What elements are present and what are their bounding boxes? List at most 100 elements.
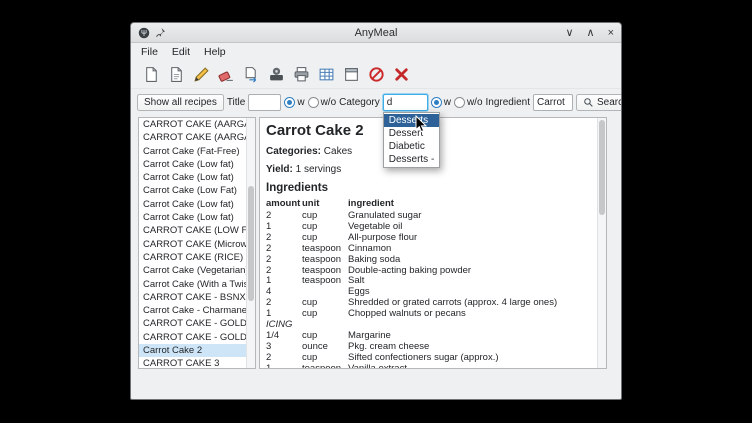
title-bar[interactable]: AnyMeal ∨ ∧ × (131, 23, 621, 43)
unit-header: unit (302, 198, 348, 209)
ingredient-filter-input[interactable] (533, 94, 573, 111)
import-recipe-button[interactable] (165, 64, 187, 86)
minimize-button[interactable]: ∨ (565, 23, 573, 43)
ingredient-name: Vegetable oil (348, 222, 590, 233)
recipe-list-item[interactable]: CARROT CAKE - BSNX01A (139, 291, 255, 304)
category-dropdown-item[interactable]: Diabetic (384, 140, 440, 153)
ingredient-name: Chopped walnuts or pecans (348, 309, 590, 320)
menu-item[interactable]: File (135, 45, 164, 59)
scale-recipe-button[interactable] (265, 64, 287, 86)
search-icon (583, 97, 594, 108)
title-with-radio[interactable] (284, 97, 295, 108)
edit-recipe-button[interactable] (190, 64, 212, 86)
yield-value: 1 servings (296, 164, 342, 175)
ingredient-unit: teaspoon (302, 255, 348, 266)
recipe-list-item[interactable]: CARROT CAKE - GOLDBECK (139, 317, 255, 330)
category-without-radio[interactable] (454, 97, 465, 108)
ingredient-name: Vanilla extract (348, 364, 590, 369)
title-without-radio[interactable] (308, 97, 319, 108)
recipe-list-scrollbar[interactable] (246, 118, 255, 368)
recipe-list-item[interactable]: CARROT CAKE 3 (139, 357, 255, 369)
ingredient-header: ingredient (348, 198, 590, 209)
ingredient-unit: cup (302, 298, 348, 309)
amount-header: amount (266, 198, 302, 209)
recipe-list-item[interactable]: CARROT CAKE - GOLDBECK (139, 331, 255, 344)
recipe-list-item[interactable]: Carrot Cake (Low fat) (139, 198, 255, 211)
print-recipe-button[interactable] (290, 64, 312, 86)
detail-scrollbar[interactable] (597, 118, 606, 368)
recipe-list-item[interactable]: Carrot Cake (Vegetarian) (139, 264, 255, 277)
filter-bar: Show all recipes Title w w/o Category De… (131, 89, 621, 115)
ingredient-row: 1/4 cup Margarine (266, 331, 590, 342)
recipe-list-item[interactable]: Carrot Cake (Low Fat) (139, 184, 255, 197)
category-dropdown-item[interactable]: Desserts (384, 114, 440, 127)
title-filter-input[interactable] (248, 94, 281, 111)
recipe-list-item[interactable]: CARROT CAKE (AARGAU) (139, 131, 255, 144)
wipe-database-button[interactable] (215, 64, 237, 86)
units-dialog-button[interactable] (340, 64, 362, 86)
dialog-window-icon (343, 66, 360, 83)
detail-scrollbar-thumb[interactable] (599, 120, 605, 215)
recipe-list-item[interactable]: CARROT CAKE (LOW FAT) (139, 224, 255, 237)
ingredient-name: All-purpose flour (348, 233, 590, 244)
recipe-list-item[interactable]: Carrot Cake 2 (139, 344, 255, 357)
recipe-list-item[interactable]: CARROT CAKE (AARGAU) (139, 118, 255, 131)
recipe-list-item[interactable]: CARROT CAKE (Microwave) (139, 238, 255, 251)
app-icon[interactable] (138, 27, 150, 39)
category-filter-input[interactable] (383, 94, 428, 111)
close-button[interactable]: × (608, 23, 614, 43)
category-with-radio[interactable] (431, 97, 442, 108)
recipe-list-item[interactable]: Carrot Cake (With a Twist) (139, 278, 255, 291)
ingredient-amount: 2 (266, 233, 302, 244)
category-dropdown[interactable]: DessertsDessertDiabeticDesserts - (383, 112, 441, 168)
title-without-option[interactable]: w/o (308, 97, 337, 108)
search-button[interactable]: Search (576, 94, 622, 111)
ingredient-name: Baking soda (348, 255, 590, 266)
ingredient-amount: 1 (266, 276, 302, 287)
category-without-label: w/o (467, 97, 483, 108)
recipe-list-item[interactable]: Carrot Cake (Low fat) (139, 211, 255, 224)
ingredient-name: Shredded or grated carrots (approx. 4 la… (348, 298, 590, 309)
delete-recipe-button[interactable] (390, 64, 412, 86)
title-with-option[interactable]: w (284, 97, 304, 108)
pin-icon[interactable] (155, 27, 166, 38)
window-title: AnyMeal (131, 27, 621, 39)
ingredient-name: Granulated sugar (348, 211, 590, 222)
ingredients-header-row: amount unit ingredient (266, 198, 590, 209)
recipe-list-item[interactable]: Carrot Cake (Low fat) (139, 158, 255, 171)
maximize-button[interactable]: ∧ (587, 23, 595, 43)
category-dropdown-item[interactable]: Dessert (384, 127, 440, 140)
category-dropdown-item[interactable]: Desserts - (384, 153, 440, 166)
recipe-list-scrollbar-thumb[interactable] (248, 186, 254, 301)
ingredient-unit (302, 320, 348, 331)
recipe-list-item[interactable]: Carrot Cake (Fat-Free) (139, 145, 255, 158)
recipe-list-item[interactable]: CARROT CAKE (RICE) (139, 251, 255, 264)
ingredient-unit: teaspoon (302, 266, 348, 277)
table-view-button[interactable] (315, 64, 337, 86)
ingredient-name: Eggs (348, 287, 590, 298)
ingredient-name: Cinnamon (348, 244, 590, 255)
show-all-recipes-button[interactable]: Show all recipes (137, 94, 224, 111)
ingredient-name: Salt (348, 276, 590, 287)
edit-icon (193, 66, 210, 83)
delete-x-icon (393, 66, 410, 83)
recipe-list-item[interactable]: Carrot Cake - Charmane An... (139, 304, 255, 317)
export-recipe-button[interactable] (240, 64, 262, 86)
menu-item[interactable]: Help (198, 45, 232, 59)
search-button-label: Search (597, 97, 622, 108)
category-with-option[interactable]: w (431, 97, 451, 108)
recipe-list-item[interactable]: Carrot Cake (Low fat) (139, 171, 255, 184)
ingredient-amount: 2 (266, 353, 302, 364)
new-recipe-button[interactable] (140, 64, 162, 86)
anymeal-window: AnyMeal ∨ ∧ × FileEditHelp (130, 22, 622, 400)
ingredient-amount: 1/4 (266, 331, 302, 342)
cancel-button[interactable] (365, 64, 387, 86)
ingredient-filter-label: Ingredient (486, 97, 530, 108)
menu-item[interactable]: Edit (166, 45, 196, 59)
category-without-option[interactable]: w/o (454, 97, 483, 108)
ingredient-unit: ounce (302, 342, 348, 353)
ingredient-unit: cup (302, 331, 348, 342)
ingredient-unit: teaspoon (302, 244, 348, 255)
ingredient-row: 2 cup Sifted confectioners sugar (approx… (266, 353, 590, 364)
printer-icon (293, 66, 310, 83)
